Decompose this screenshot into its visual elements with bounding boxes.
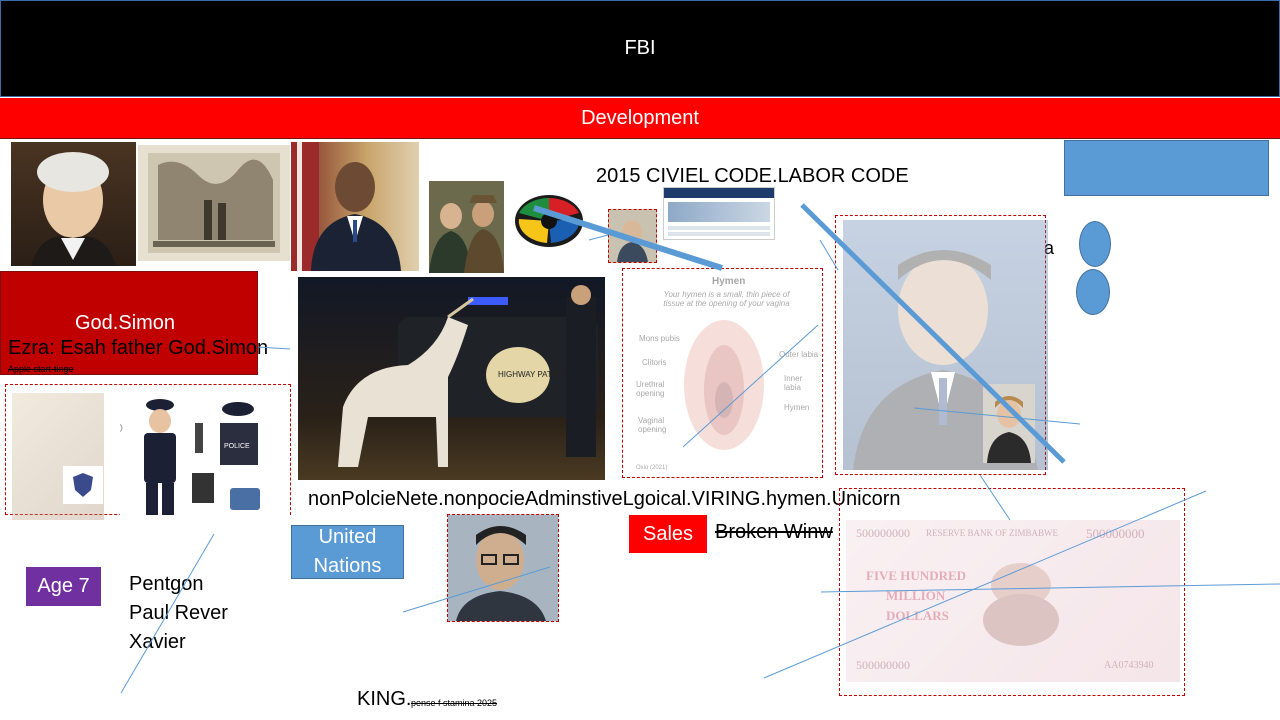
age-box: Age 7 (26, 567, 101, 606)
police-vest-text: POLICE (224, 443, 250, 450)
broken-text: Broken Winw (715, 521, 833, 543)
man-with-glasses-photo (447, 514, 559, 622)
god-simon-label: God.Simon (75, 312, 176, 334)
sales-label: Sales (642, 522, 694, 545)
merkel-portrait (983, 384, 1035, 463)
zimbabwe-banknote: 500000000 RESERVE BANK OF ZIMBABWE 50000… (846, 520, 1180, 682)
development-title: Development (581, 106, 699, 129)
simon-game-toy (513, 189, 585, 249)
blue-circle-top (1079, 221, 1111, 267)
police-badge-icon (63, 466, 103, 504)
banknote-words-1: FIVE HUNDRED (866, 568, 967, 583)
code-title: 2015 CIVIEL CODE.LABOR CODE (596, 165, 909, 187)
name-item: Xavier (129, 631, 186, 653)
hymen-label-inner: Inner labia (784, 374, 803, 392)
engraving-image (138, 145, 290, 261)
banknote-serial: AA0743940 (1104, 660, 1154, 671)
header-bar: FBI (0, 0, 1280, 97)
website-screenshot (663, 187, 775, 240)
name-item: Pentgon (129, 573, 204, 595)
header-title: FBI (624, 37, 656, 59)
names-list: Pentgon Paul Rever Xavier (129, 570, 228, 657)
hymen-title: Hymen (712, 276, 746, 287)
banknote-amount-bottom: 500000000 (856, 658, 910, 672)
banknote-words-3: DOLLARS (886, 608, 949, 623)
blue-rectangle (1064, 140, 1269, 196)
hymen-caption: Your hymen is a small, thin piece of tis… (663, 290, 790, 308)
hymen-label-outer: Outer labia (779, 350, 819, 359)
hymen-label-clitoris: Clitoris (642, 358, 667, 367)
united-nations-line1: United (318, 526, 377, 548)
king-text: KING. (357, 688, 412, 710)
hymen-label-hymen: Hymen (784, 403, 810, 412)
name-item: Paul Rever (129, 602, 228, 624)
banknote-bank: RESERVE BANK OF ZIMBABWE (926, 528, 1059, 538)
king-small-text: pense f stamina 2025 (411, 698, 498, 708)
sales-box: Sales (629, 515, 707, 553)
banknote-amount-top-left: 500000000 (856, 526, 910, 540)
united-nations-line2: Nations (313, 555, 382, 577)
blue-circle-bottom (1076, 269, 1110, 315)
washington-portrait (11, 142, 136, 266)
police-costume-image: POLICE (120, 393, 290, 520)
small-woman-thumbnail (608, 209, 657, 263)
age-label: Age 7 (37, 575, 90, 597)
hymen-label-vaginal: Vaginal opening (638, 416, 667, 434)
banknote-amount-top-right: 500000000 (1086, 526, 1145, 541)
ezra-text: Ezra: Esah father God.Simon (8, 337, 269, 359)
long-text-line: nonPolcieNete.nonpocieAdminstiveLgoical.… (308, 488, 901, 510)
hymen-label-urethral: Urethral opening (636, 380, 665, 398)
car-door-text: HIGHWAY PATROL (498, 370, 569, 379)
united-nations-box: United Nations (291, 525, 404, 579)
unicorn-police-photo: HIGHWAY PATROL (298, 277, 605, 480)
hymen-label-mons: Mons pubis (639, 334, 680, 343)
hymen-diagram: Hymen Your hymen is a small, thin piece … (624, 270, 821, 476)
apple-small-text: Apple start-tinge (8, 364, 74, 374)
development-bar: Development (0, 98, 1280, 139)
banknote-words-2: MILLION (886, 588, 946, 603)
hymen-footer: Oxio (2021) (636, 465, 668, 471)
two-men-photo (429, 181, 504, 273)
obama-portrait (291, 142, 419, 271)
